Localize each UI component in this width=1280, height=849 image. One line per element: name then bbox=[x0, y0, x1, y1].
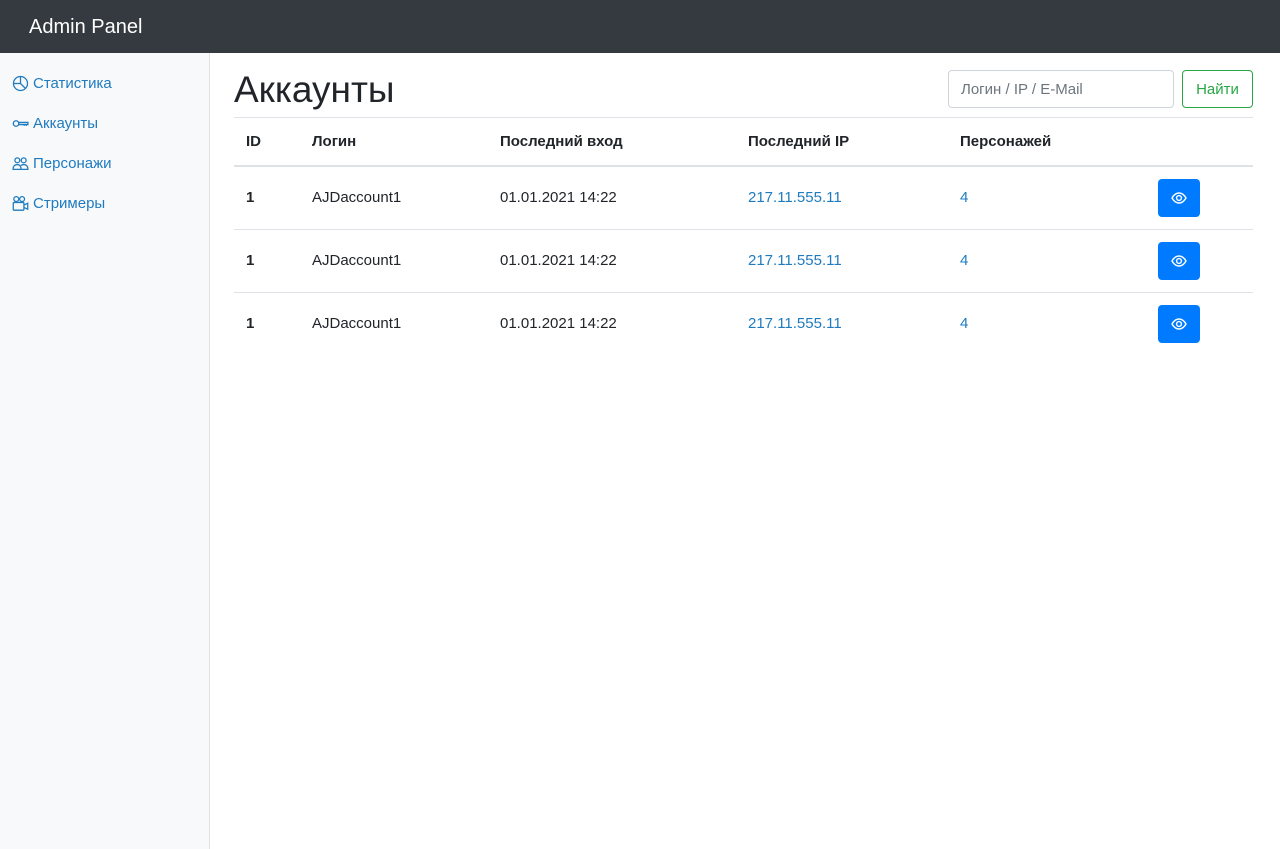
sidebar-item-label: Стримеры bbox=[33, 194, 106, 212]
cell-actions bbox=[1146, 228, 1253, 292]
cell-last-ip: 217.11.555.11 bbox=[736, 291, 948, 355]
cell-id: 1 bbox=[246, 189, 255, 207]
eye-icon bbox=[1171, 254, 1187, 267]
cell-actions bbox=[1146, 166, 1253, 229]
cell-last-ip: 217.11.555.11 bbox=[736, 228, 948, 292]
view-button[interactable] bbox=[1158, 304, 1200, 343]
people-icon bbox=[12, 155, 29, 172]
page-title: Аккаунты bbox=[234, 69, 395, 110]
sidebar-item-statistics[interactable]: Статистика bbox=[0, 63, 209, 103]
last-ip-link[interactable]: 217.11.555.11 bbox=[748, 189, 842, 206]
search-button[interactable]: Найти bbox=[1182, 70, 1253, 108]
cell-actions bbox=[1146, 291, 1253, 355]
characters-link[interactable]: 4 bbox=[960, 189, 968, 206]
sidebar-item-accounts[interactable]: Аккаунты bbox=[0, 103, 209, 143]
cell-last-login: 01.01.2021 14:22 bbox=[488, 291, 736, 355]
column-header-actions bbox=[1146, 118, 1253, 167]
sidebar: Статистика Аккаунты Персонажи Стримеры bbox=[0, 53, 210, 849]
column-header-characters: Персонажей bbox=[948, 118, 1146, 167]
table-row: 1 AJDaccount1 01.01.2021 14:22 217.11.55… bbox=[234, 166, 1253, 229]
column-header-last-ip: Последний IP bbox=[736, 118, 948, 167]
eye-icon bbox=[1171, 318, 1187, 330]
accounts-table: ID Логин Последний вход Последний IP Пер… bbox=[234, 118, 1253, 355]
column-header-login: Логин bbox=[300, 118, 488, 167]
table-row: 1 AJDaccount1 01.01.2021 14:22 217.11.55… bbox=[234, 228, 1253, 292]
table-row: 1 AJDaccount1 01.01.2021 14:22 217.11.55… bbox=[234, 291, 1253, 355]
characters-link[interactable]: 4 bbox=[960, 252, 968, 269]
sidebar-item-streamers[interactable]: Стримеры bbox=[0, 183, 209, 223]
last-ip-link[interactable]: 217.11.555.11 bbox=[748, 252, 842, 269]
table-header-row: ID Логин Последний вход Последний IP Пер… bbox=[234, 118, 1253, 167]
sidebar-item-characters[interactable]: Персонажи bbox=[0, 143, 209, 183]
characters-link[interactable]: 4 bbox=[960, 315, 968, 332]
cell-login: AJDaccount1 bbox=[300, 228, 488, 292]
cell-characters: 4 bbox=[948, 166, 1146, 229]
cell-last-ip: 217.11.555.11 bbox=[736, 166, 948, 229]
view-button[interactable] bbox=[1158, 241, 1200, 280]
cell-characters: 4 bbox=[948, 228, 1146, 292]
cell-login: AJDaccount1 bbox=[300, 291, 488, 355]
column-header-id: ID bbox=[234, 118, 300, 167]
cell-login: AJDaccount1 bbox=[312, 189, 402, 207]
cell-characters: 4 bbox=[948, 291, 1146, 355]
sidebar-item-label: Аккаунты bbox=[33, 114, 99, 132]
search-input[interactable] bbox=[948, 70, 1174, 108]
brand-title[interactable]: Admin Panel bbox=[29, 15, 142, 39]
sidebar-item-label: Статистика bbox=[33, 74, 112, 92]
cell-id: 1 bbox=[234, 228, 300, 292]
camera-reels-icon bbox=[12, 195, 29, 212]
cell-last-login: 01.01.2021 14:22 bbox=[500, 189, 617, 207]
last-ip-link[interactable]: 217.11.555.11 bbox=[748, 315, 842, 332]
cell-last-login: 01.01.2021 14:22 bbox=[488, 228, 736, 292]
cell-id: 1 bbox=[234, 291, 300, 355]
sidebar-item-label: Персонажи bbox=[33, 154, 112, 172]
pie-chart-icon bbox=[12, 75, 29, 92]
eye-icon bbox=[1171, 192, 1187, 204]
view-button[interactable] bbox=[1158, 178, 1200, 217]
top-navbar: Admin Panel bbox=[0, 0, 1280, 53]
key-icon bbox=[12, 115, 29, 132]
column-header-last-login: Последний вход bbox=[488, 118, 736, 167]
